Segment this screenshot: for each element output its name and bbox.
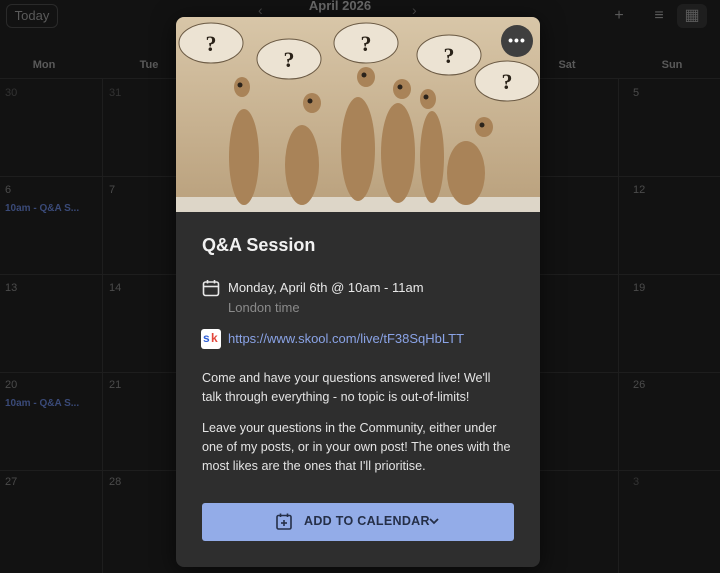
day-cell[interactable]: 3 [633,476,639,488]
day-cell[interactable]: 30 [5,87,17,99]
event-title: Q&A Session [202,235,316,255]
event-modal: ? ? ? ? ? ••• Q&A Session Monday, April … [176,17,540,567]
day-cell[interactable]: 14 [109,282,121,294]
bubble-question-mark: ? [206,31,217,56]
day-cell[interactable]: 19 [633,282,645,294]
calendar-event[interactable]: 10am - Q&A S... [5,398,79,409]
more-options-button[interactable]: ••• [501,25,533,57]
event-description-paragraph: Leave your questions in the Community, e… [202,421,511,473]
today-button[interactable]: Today [6,4,58,28]
list-view-icon[interactable]: ≡ [644,4,674,28]
grid-line [102,78,103,573]
weekday-mon: Mon [32,59,56,71]
skool-logo-letter: s [203,331,210,345]
event-cover-image: ? ? ? ? ? [176,17,540,212]
day-cell[interactable]: 28 [109,476,121,488]
bubble-question-mark: ? [502,69,513,94]
weekday-sun: Sun [661,59,683,71]
day-cell[interactable]: 31 [109,87,121,99]
calendar-event[interactable]: 10am - Q&A S... [5,203,79,214]
day-cell[interactable]: 7 [109,184,115,196]
day-cell[interactable]: 13 [5,282,17,294]
grid-line [618,78,619,573]
bubble-question-mark: ? [284,47,295,72]
plus-icon[interactable]: + [604,4,634,28]
chevron-right-icon[interactable]: › [412,2,417,18]
event-description-paragraph: Come and have your questions answered li… [202,371,491,404]
calendar-icon [202,280,220,297]
skool-logo-letter: k [211,331,218,345]
event-datetime: Monday, April 6th @ 10am - 11am [228,280,424,295]
bubble-question-mark: ? [444,43,455,68]
chevron-down-icon [429,518,439,525]
bubble-question-mark: ? [361,31,372,56]
day-cell[interactable]: 26 [633,379,645,391]
add-to-calendar-button[interactable]: ADD TO CALENDAR [202,503,514,541]
month-title: April 2026 [308,0,372,13]
skool-logo-icon: s k [201,329,221,349]
event-link[interactable]: https://www.skool.com/live/tF38SqHbLTT [228,331,464,346]
event-timezone: London time [228,300,300,315]
calendar-view-icon[interactable]: ▦ [677,4,707,28]
day-cell[interactable]: 21 [109,379,121,391]
app-root: Today ‹ April 2026 › + ≡ ▦ Mon Tue Sat S… [0,0,720,573]
day-cell[interactable]: 20 [5,379,17,391]
day-cell[interactable]: 6 [5,184,11,196]
calendar-add-icon [276,513,292,530]
add-to-calendar-label: ADD TO CALENDAR [304,514,430,528]
day-cell[interactable]: 27 [5,476,17,488]
chevron-left-icon[interactable]: ‹ [258,2,263,18]
day-cell[interactable]: 5 [633,87,639,99]
day-cell[interactable]: 12 [633,184,645,196]
